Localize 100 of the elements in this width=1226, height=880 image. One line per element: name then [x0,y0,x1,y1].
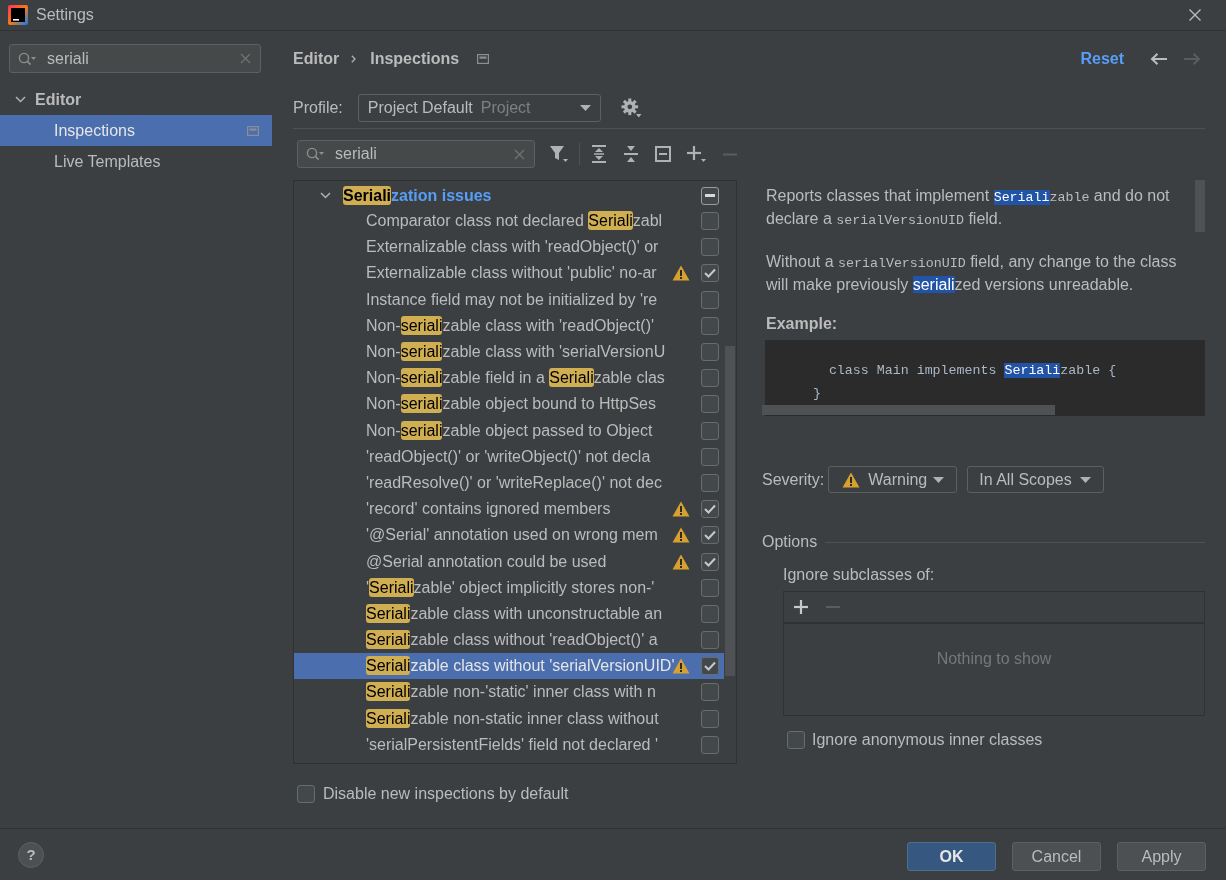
checkbox[interactable] [701,369,719,388]
checkbox[interactable] [701,473,719,492]
scope-dropdown[interactable]: In All Scopes [967,466,1105,493]
checkbox[interactable] [701,709,719,728]
clear-icon[interactable] [240,53,251,64]
tree-row[interactable]: Externalizable class with 'readObject()' or [294,234,724,261]
plus-icon[interactable] [687,145,707,163]
tree-row[interactable]: 'Serializable' object implicitly stores non-' [294,574,724,601]
checkbox[interactable] [701,657,719,676]
checkbox[interactable] [701,735,719,754]
tree-row[interactable]: '@Serial' annotation used on wrong mem [294,522,724,549]
severity-label: Severity: [762,469,825,490]
tree-row[interactable]: Serializable class without 'readObject()' a [294,627,724,654]
tree-row[interactable]: Serializable class without 'serialVersionUID' [294,653,724,680]
checkbox[interactable] [701,212,719,231]
example-heading: Example: [765,313,839,334]
severity-dropdown[interactable]: Warning [828,466,958,493]
checkbox[interactable] [787,731,805,749]
checkmark-icon [704,556,716,567]
description-text: Without a serialVersionUID field, any change to the class will make previously serialized versions unreadable. [766,251,1178,295]
caret-icon [1080,476,1092,483]
tree-row[interactable]: Serializable non-static inner class without [294,705,724,732]
tree-row[interactable]: 'record' contains ignored members [294,496,724,523]
chevron-down-icon[interactable] [15,96,26,103]
apply-button[interactable]: Apply [1117,842,1206,871]
tree-row[interactable]: Serializable class with unconstructable an [294,600,724,627]
checkbox[interactable] [701,526,719,545]
search-field[interactable]: seriali [297,140,535,168]
profile-label: Profile: [293,98,343,118]
code-line: class Main implements Serializable { [827,362,1118,380]
checkbox[interactable] [701,264,719,283]
tree-row[interactable]: 'serialPersistentFields' field not declared ' [294,731,724,758]
tree-row[interactable]: Instance field may not be initialized by 're [294,286,724,313]
tree-row[interactable]: Non-serializable object passed to Object [294,417,724,444]
checkbox[interactable] [701,552,719,571]
checkbox[interactable] [701,395,719,414]
clear-icon[interactable] [514,148,525,160]
tree-row[interactable]: Externalizable class without 'public' no-ar [294,260,724,287]
checkbox[interactable] [701,604,719,623]
caret-icon [933,476,945,483]
checkbox[interactable] [701,447,719,466]
tree-row[interactable]: Comparator class not declared Serializabl [294,208,724,235]
checkbox[interactable] [701,343,719,362]
cancel-button[interactable]: Cancel [1012,842,1101,871]
box-minus-icon[interactable] [655,146,671,162]
checkbox[interactable] [701,186,719,205]
checkbox[interactable] [701,578,719,597]
tree-row[interactable]: Non-serializable class with 'readObject()' [294,312,724,339]
arrow-left-icon[interactable] [1150,53,1167,65]
empty-text: Nothing to show [935,649,1053,669]
tree-row[interactable]: 'readObject()' or 'writeObject()' not decla [294,443,724,470]
checkmark-icon [704,268,716,279]
tree-item[interactable]: Inspections [0,115,272,146]
tree-item[interactable]: Editor [0,84,272,115]
search-field[interactable]: seriali [9,44,261,73]
gear-icon[interactable] [620,98,642,118]
checkbox[interactable] [701,683,719,702]
scrollbar-thumb[interactable] [725,346,735,676]
profile-dropdown[interactable]: Project Default Project [357,94,601,122]
dash-icon [705,194,715,197]
tree-row[interactable]: Non-serializable object bound to HttpSes [294,391,724,418]
breadcrumb-link[interactable]: Editor [293,49,340,69]
search-icon[interactable] [18,51,36,66]
expand-all-icon[interactable] [591,145,607,163]
checkbox-label: Ignore anonymous inner classes [812,730,1043,750]
section-title: Options [762,532,818,552]
search-icon[interactable] [306,147,324,161]
checkmark-icon [704,504,716,515]
collapse-all-icon[interactable] [623,145,639,163]
checkmark-icon [704,661,716,672]
description-text: Reports classes that implement Serializable and do not declare a serialVersionUID field. [766,185,1171,230]
warning-icon [842,471,861,488]
tree-item[interactable]: Live Templates [0,146,272,177]
close-icon[interactable] [1189,9,1201,21]
chevron-down-icon[interactable] [320,192,331,199]
checkbox[interactable] [701,631,719,650]
checkbox[interactable] [701,500,719,519]
reset-link[interactable]: Reset [1080,49,1124,69]
window-title: Settings [36,5,94,25]
caret-icon [579,105,591,111]
list-label: Ignore subclasses of: [782,565,936,585]
checkbox-label: Disable new inspections by default [323,784,569,804]
tree-row[interactable]: Serializable non-'static' inner class with n [294,679,724,706]
checkbox[interactable] [701,238,719,257]
tree-row[interactable]: Non-serializable field in a Serializable clas [294,365,724,392]
tree-row[interactable]: @Serial annotation could be used [294,548,724,575]
help-button[interactable]: ? [18,842,44,868]
plus-icon[interactable] [794,600,808,614]
scrollbar-thumb[interactable] [762,405,1055,415]
checkbox[interactable] [701,316,719,335]
tree-row[interactable]: 'readResolve()' or 'writeReplace()' not dec [294,469,724,497]
checkbox[interactable] [297,785,315,803]
tree-row[interactable]: Non-serializable class with 'serialVersionU [294,338,724,366]
filter-icon[interactable] [549,145,569,163]
chevron-right-icon [351,55,357,63]
checkbox[interactable] [701,290,719,309]
breadcrumb-link[interactable]: Inspections [370,49,460,69]
checkbox[interactable] [701,421,719,440]
code-line: } [811,385,822,403]
ok-button[interactable]: OK [907,842,996,871]
